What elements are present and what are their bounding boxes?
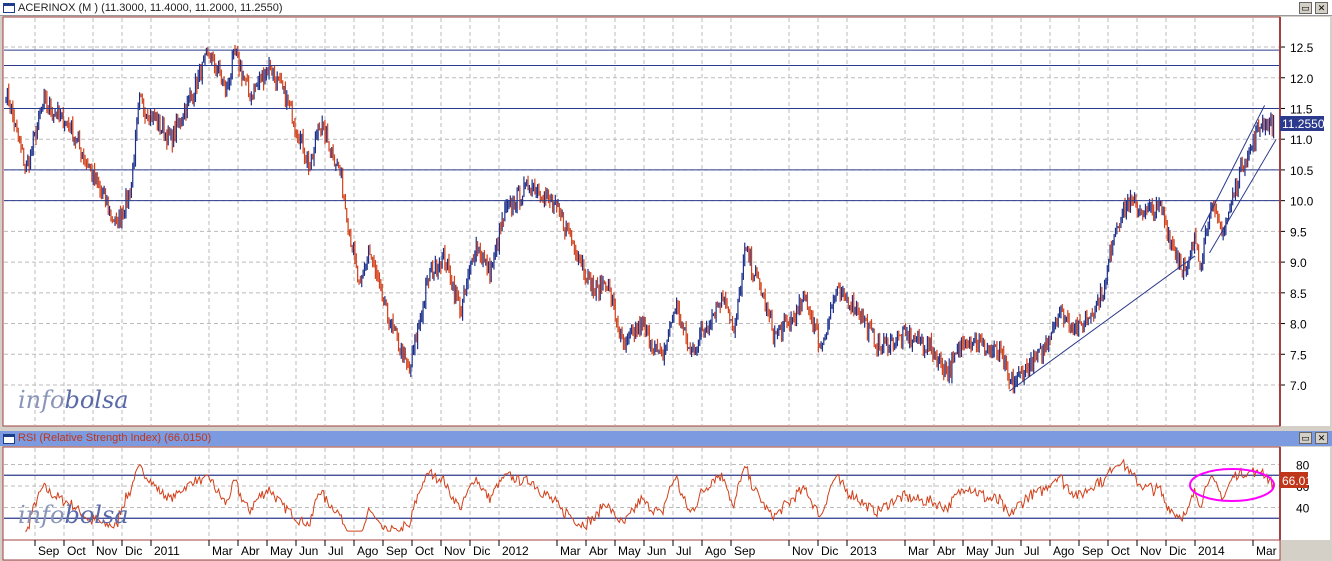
rsi-panel-header: RSI (Relative Strength Index) (66.0150) … bbox=[0, 431, 1332, 446]
window-icon bbox=[3, 3, 15, 13]
y-tick-label: 8.0 bbox=[1290, 318, 1307, 332]
watermark-logo-rsi: infobolsa bbox=[18, 501, 129, 529]
y-tick-label: 7.5 bbox=[1290, 348, 1307, 362]
x-tick-label: Abr bbox=[937, 544, 956, 558]
window-titlebar: ACERINOX (M ) (11.3000, 11.4000, 11.2000… bbox=[0, 0, 1332, 16]
y-tick-label: 10.0 bbox=[1290, 195, 1314, 209]
x-tick-label: Jul bbox=[1024, 544, 1039, 558]
x-tick-label: Ago bbox=[357, 544, 379, 558]
x-tick-label: 2012 bbox=[502, 544, 529, 558]
rsi-line bbox=[25, 458, 1275, 532]
y-tick-label: 11.5 bbox=[1290, 102, 1313, 116]
x-tick-label: Jul bbox=[676, 544, 691, 558]
time-axis bbox=[2, 539, 1281, 561]
x-tick-label: Jun bbox=[299, 544, 318, 558]
x-tick-label: Sep bbox=[386, 544, 408, 558]
chart-canvas: Sep Oct Nov Dic 2011 Mar Abr May Jun Jul Ago Sep Oct… bbox=[2, 16, 1330, 561]
x-tick-label: 2013 bbox=[850, 544, 877, 558]
price-axis bbox=[1280, 17, 1330, 426]
x-tick-label: Ago bbox=[705, 544, 727, 558]
rsi-annotation-ellipse bbox=[1189, 468, 1275, 502]
x-tick-label: Oct bbox=[1111, 544, 1130, 558]
x-tick-label: Abr bbox=[241, 544, 260, 558]
x-tick-label: Nov bbox=[96, 544, 117, 558]
last-price-badge bbox=[1280, 116, 1324, 131]
y-tick-label: 7.0 bbox=[1290, 379, 1307, 393]
panel-icon bbox=[3, 434, 15, 444]
y-tick-label: 11.0 bbox=[1290, 133, 1313, 147]
x-tick-label: Mar bbox=[908, 544, 929, 558]
y-tick-label: 9.5 bbox=[1290, 225, 1307, 239]
y-tick-label: 10.5 bbox=[1290, 164, 1314, 178]
x-tick-label: Nov bbox=[1140, 544, 1161, 558]
x-tick-label: 2011 bbox=[154, 544, 180, 558]
x-tick-label: Jul bbox=[328, 544, 343, 558]
watermark-logo: infobolsa bbox=[18, 386, 129, 414]
rsi-axis bbox=[1280, 447, 1330, 540]
window-title: ACERINOX (M ) (11.3000, 11.4000, 11.2000… bbox=[18, 2, 283, 14]
x-tick-label: Dic bbox=[473, 544, 490, 558]
trendline bbox=[1209, 138, 1277, 254]
x-tick-label: Sep bbox=[1082, 544, 1104, 558]
x-tick-label: Mar bbox=[212, 544, 233, 558]
trendline bbox=[1200, 105, 1266, 232]
x-tick-label: Oct bbox=[67, 544, 86, 558]
x-tick-label: May bbox=[618, 544, 641, 558]
x-tick-label: 2014 bbox=[1198, 544, 1225, 558]
x-tick-label: Sep bbox=[38, 544, 60, 558]
x-tick-label: Sep bbox=[734, 544, 756, 558]
y-tick-label: 9.0 bbox=[1290, 256, 1307, 270]
y-tick-label: 12.0 bbox=[1290, 72, 1314, 86]
x-tick-label: Jun bbox=[995, 544, 1014, 558]
rsi-plot-area bbox=[2, 446, 1281, 541]
close-button[interactable]: ✕ bbox=[1315, 2, 1328, 14]
trendline bbox=[1009, 255, 1196, 392]
rsi-tick-label: 60 bbox=[1296, 480, 1310, 494]
rsi-tick-label: 80 bbox=[1296, 459, 1310, 473]
x-tick-label: Dic bbox=[125, 544, 142, 558]
restore-button[interactable]: ▭ bbox=[1299, 2, 1312, 14]
price-plot-area bbox=[2, 16, 1281, 427]
x-tick-label: Nov bbox=[444, 544, 465, 558]
x-tick-label: Nov bbox=[792, 544, 813, 558]
y-tick-label: 12.5 bbox=[1290, 41, 1314, 55]
x-tick-label: May bbox=[966, 544, 989, 558]
x-tick-label: May bbox=[270, 544, 293, 558]
last-price-label: 11.2550 bbox=[1282, 117, 1325, 131]
rsi-panel-title: RSI (Relative Strength Index) (66.0150) bbox=[18, 432, 212, 444]
x-tick-label: Oct bbox=[415, 544, 434, 558]
x-tick-label: Jun bbox=[647, 544, 666, 558]
rsi-close-button[interactable]: ✕ bbox=[1315, 432, 1328, 444]
rsi-restore-button[interactable]: ▭ bbox=[1299, 432, 1312, 444]
x-tick-label: Mar bbox=[560, 544, 581, 558]
rsi-last-label: 66.01 bbox=[1282, 474, 1312, 488]
y-tick-label: 8.5 bbox=[1290, 287, 1307, 301]
rsi-tick-label: 40 bbox=[1296, 502, 1310, 516]
x-tick-label: Dic bbox=[821, 544, 838, 558]
x-tick-label: Mar bbox=[1256, 544, 1277, 558]
x-tick-label: Dic bbox=[1169, 544, 1186, 558]
x-tick-label: Ago bbox=[1053, 544, 1075, 558]
rsi-last-badge bbox=[1280, 472, 1308, 488]
x-tick-label: Abr bbox=[589, 544, 608, 558]
